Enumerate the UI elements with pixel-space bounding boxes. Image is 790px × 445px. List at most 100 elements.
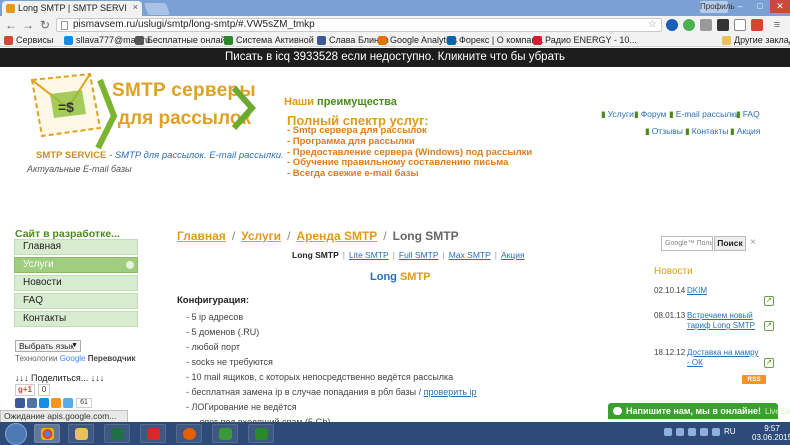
chrome-taskbar-icon[interactable]	[34, 424, 60, 443]
app-taskbar-icon[interactable]	[248, 424, 274, 443]
extension-icon[interactable]	[751, 19, 763, 31]
top-link[interactable]: ▮ Акция	[730, 126, 760, 137]
search-button[interactable]: Поиск	[714, 236, 746, 251]
bookmark-item[interactable]: Google Analytics	[378, 34, 457, 47]
sidebar-nav-item[interactable]: Главная	[14, 239, 138, 255]
subnav-link[interactable]: Акция	[501, 250, 525, 260]
active-dot-icon	[126, 261, 134, 269]
vk-icon[interactable]	[27, 398, 37, 408]
twitter-icon[interactable]	[63, 398, 73, 408]
explorer-taskbar-icon[interactable]	[68, 424, 94, 443]
share-arrow-icon[interactable]: ↗	[764, 321, 774, 331]
minimize-icon[interactable]: –	[730, 0, 750, 13]
facebook-icon[interactable]	[15, 398, 25, 408]
news-link[interactable]: DKIM	[687, 286, 707, 296]
chat-bubble-icon	[613, 407, 622, 415]
sidebar-nav-item[interactable]: Контакты	[14, 311, 138, 327]
subnav-separator: |	[494, 250, 498, 260]
browser-tab[interactable]: Long SMTP | SMTP SERVI ×	[2, 1, 142, 16]
news-link[interactable]: Доставка на мамру - ОК	[687, 348, 759, 368]
top-link[interactable]: ▮ FAQ	[736, 109, 760, 120]
profile-button[interactable]: Профиль	[700, 1, 735, 13]
top-link[interactable]: ▮ E-mail рассылки	[669, 109, 740, 120]
close-window-icon[interactable]: ✕	[770, 0, 790, 13]
flag-icon[interactable]	[712, 428, 720, 436]
check-ip-link[interactable]: проверить ip	[424, 387, 477, 397]
breadcrumb-link[interactable]: Услуги	[241, 229, 281, 243]
bookmark-item[interactable]: Форекс | О компан...	[447, 34, 544, 47]
bookmark-icon	[317, 36, 326, 45]
breadcrumb-link[interactable]: Главная	[177, 229, 226, 243]
subnav-separator: |	[392, 250, 395, 260]
mailru-icon[interactable]	[39, 398, 49, 408]
advantage-item: - Всегда свежие e-mail базы	[287, 168, 419, 180]
bullet-icon: ▮	[730, 126, 735, 136]
tray-icon[interactable]	[676, 428, 684, 436]
bookmarks-bar: Сервисы sllava777@mail.ru Бесплатные онлай…	[0, 34, 790, 47]
start-button[interactable]	[5, 423, 27, 445]
subnav-link[interactable]: Max SMTP	[449, 250, 491, 260]
share-arrow-icon[interactable]: ↗	[764, 358, 774, 368]
top-link[interactable]: ▮ Контакты	[685, 126, 728, 137]
breadcrumb-link[interactable]: Аренда SMTP	[296, 229, 377, 243]
bookmark-item[interactable]: Бесплатные онлай...	[135, 34, 233, 47]
notice-bar[interactable]: Писать в icq 3933528 если недоступно. Кл…	[0, 48, 790, 67]
config-item-text: - бесплатная замена ip в случае попадани…	[186, 387, 424, 397]
subnav-link[interactable]: Full SMTP	[399, 250, 439, 260]
sidebar-nav-item[interactable]: Услуги	[14, 257, 138, 273]
bookmark-item[interactable]: Сервисы	[4, 34, 53, 47]
gplus-button[interactable]: g+1	[15, 384, 35, 396]
search-input[interactable]: Google™ Пользовательский поиск	[661, 236, 713, 251]
language-indicator[interactable]: RU	[724, 427, 736, 436]
maximize-icon[interactable]: □	[750, 0, 770, 13]
other-bookmarks[interactable]: Другие закладки	[722, 34, 790, 47]
odnoklassniki-icon[interactable]	[51, 398, 61, 408]
address-bar[interactable]: pismavsem.ru/uslugi/smtp/long-smtp/#.VW5…	[56, 18, 662, 32]
bullet-icon: ▮	[685, 126, 690, 136]
back-icon[interactable]: ←	[4, 18, 18, 32]
sidebar-nav-item[interactable]: Новости	[14, 275, 138, 291]
reload-icon[interactable]: ↻	[38, 18, 52, 32]
subnav-link[interactable]: Lite SMTP	[349, 250, 389, 260]
extension-icon[interactable]	[700, 19, 712, 31]
firefox-taskbar-icon[interactable]	[176, 424, 202, 443]
menu-icon[interactable]: ≡	[770, 18, 784, 32]
sidebar-nav-item[interactable]: FAQ	[14, 293, 138, 309]
bookmark-label: Сервисы	[16, 35, 54, 45]
sidebar-nav-label: Главная	[23, 241, 62, 252]
excel-taskbar-icon[interactable]	[104, 424, 130, 443]
new-tab-button[interactable]	[143, 3, 171, 15]
app-taskbar-icon[interactable]	[212, 424, 238, 443]
extension-icon[interactable]	[666, 19, 678, 31]
forward-icon[interactable]: →	[21, 18, 35, 32]
top-link-label: FAQ	[742, 109, 760, 119]
yandex-taskbar-icon[interactable]	[140, 424, 166, 443]
advantages-list: - Smtp сервера для рассылок - Программа д…	[287, 125, 532, 180]
browser-toolbar: ← → ↻ pismavsem.ru/uslugi/smtp/long-smtp…	[0, 16, 790, 34]
bookmark-star-icon[interactable]: ☆	[648, 19, 657, 31]
tray-icon[interactable]	[664, 428, 672, 436]
clock[interactable]: 9:57 03.06.2015	[752, 424, 790, 442]
extension-icon[interactable]	[683, 19, 695, 31]
bookmark-item[interactable]: Радио ENERGY - 10...	[533, 34, 637, 47]
extension-icon[interactable]	[734, 19, 746, 31]
breadcrumb-separator: /	[231, 229, 236, 243]
volume-icon[interactable]	[700, 428, 708, 436]
rss-icon[interactable]: RSS	[742, 375, 766, 384]
bookmark-label: Бесплатные онлай...	[147, 35, 234, 45]
top-link[interactable]: ▮ Отзывы	[645, 126, 683, 137]
page-icon	[61, 21, 68, 30]
news-link[interactable]: Встречаем новый тариф Long SMTP	[687, 311, 759, 331]
network-icon[interactable]	[688, 428, 696, 436]
chat-widget[interactable]: Напишите нам, мы в онлайне!LiveSite	[608, 403, 790, 419]
top-link[interactable]: ▮ Услуги	[601, 109, 634, 120]
config-list: - 5 ip адресов - 5 доменов (.RU) - любой п…	[186, 310, 477, 430]
clear-search-icon[interactable]: ×	[750, 237, 756, 248]
close-tab-icon[interactable]: ×	[133, 2, 138, 12]
language-select[interactable]: Выбрать язык ▼	[15, 340, 81, 352]
news-date: 08.01.13	[654, 311, 686, 320]
extension-icon[interactable]	[717, 19, 729, 31]
bookmark-item[interactable]: Система Активной ...	[224, 34, 324, 47]
top-link[interactable]: ▮ Форум	[634, 109, 667, 120]
share-arrow-icon[interactable]: ↗	[764, 296, 774, 306]
